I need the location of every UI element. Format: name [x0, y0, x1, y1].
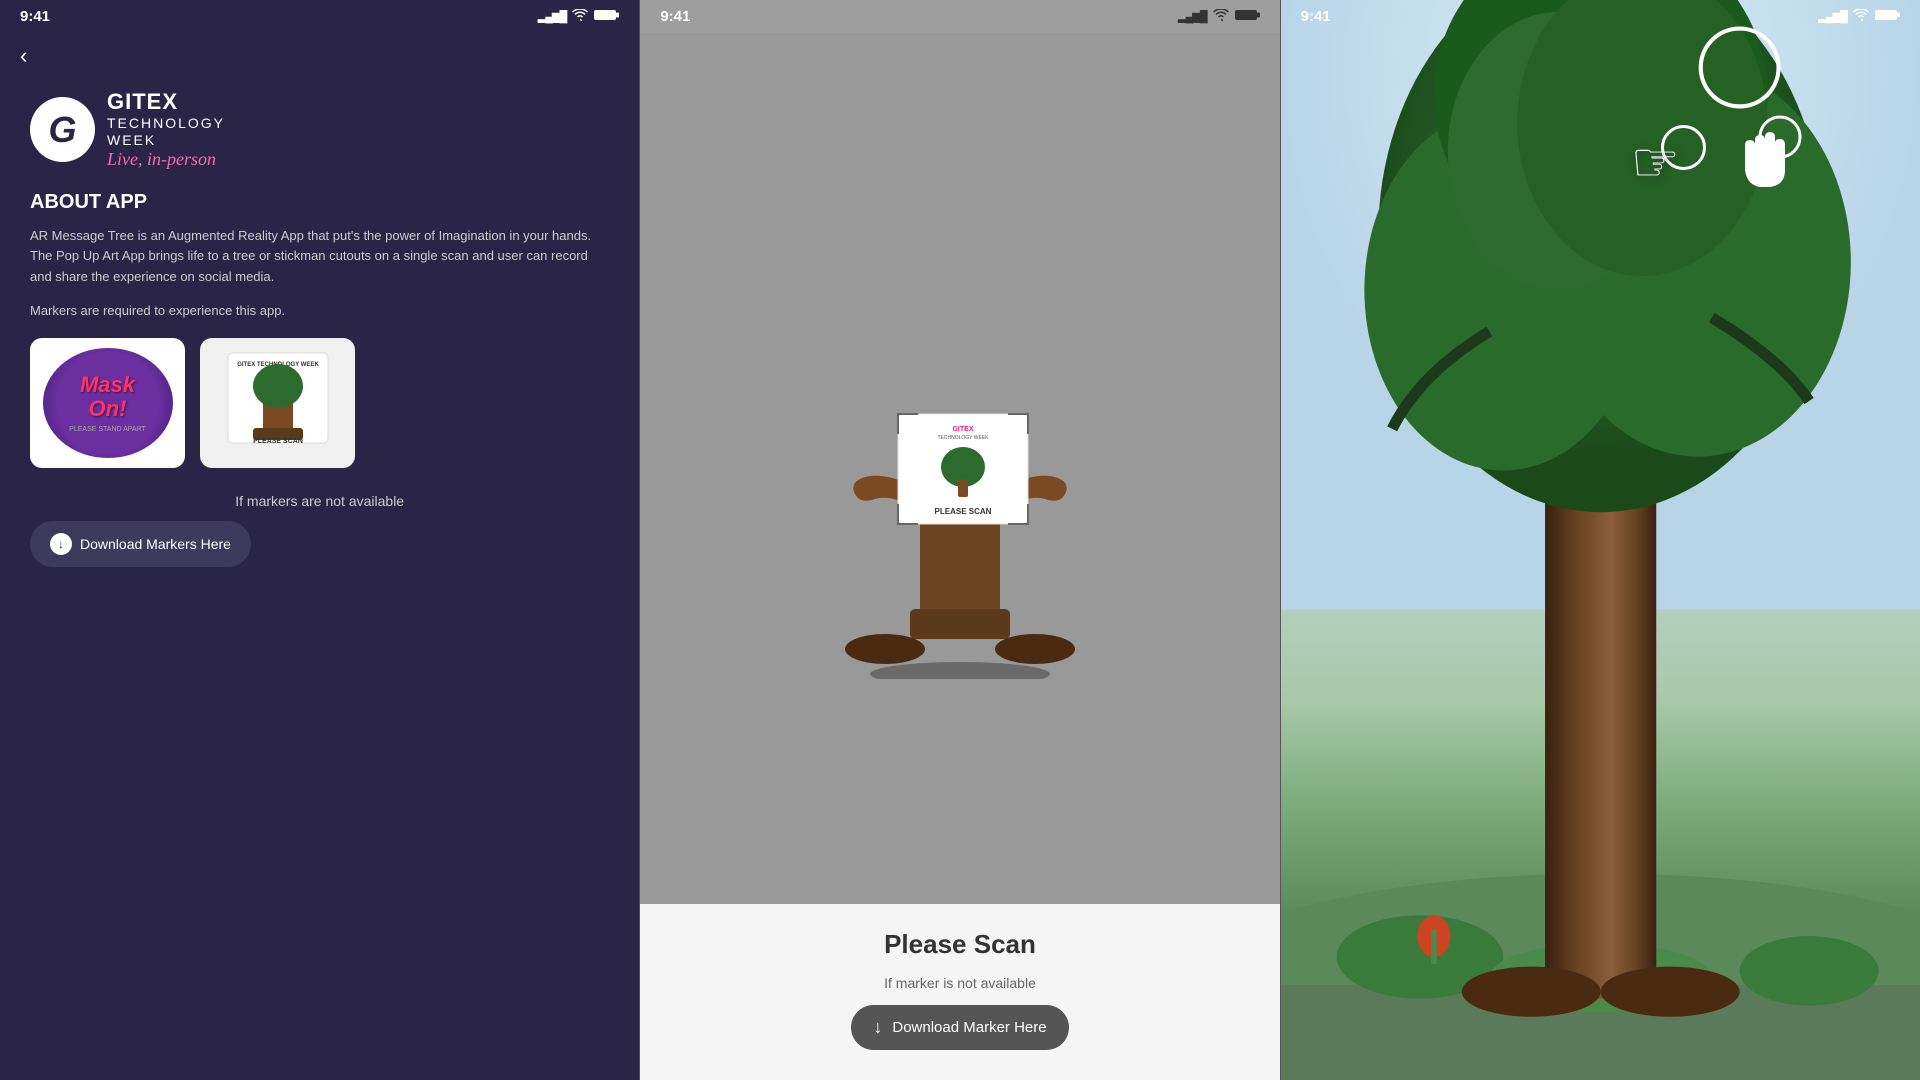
signal-icon-2: ▂▄▆█ — [1178, 10, 1207, 23]
download-marker-button[interactable]: ↓ Download Marker Here — [851, 1005, 1068, 1050]
download-markers-label: Download Markers Here — [80, 536, 231, 552]
bottom-panel: Please Scan If marker is not available ↓… — [640, 904, 1279, 1080]
gitex-logo-circle: G — [30, 97, 95, 162]
download-markers-button[interactable]: ↓ Download Markers Here — [30, 521, 251, 567]
marker-image-2: GITEX TECHNOLOGY WEEK PLEASE SCAN — [200, 338, 355, 468]
if-marker-text: If marker is not available — [660, 975, 1259, 991]
please-scan-label: Please Scan — [660, 929, 1259, 960]
scan-area: GITEX TECHNOLOGY WEEK PLEASE SCAN — [640, 33, 1279, 904]
hand-cursor-icon: ☞ — [1631, 131, 1680, 193]
svg-text:PLEASE SCAN: PLEASE SCAN — [253, 438, 303, 445]
wifi-icon-3 — [1853, 9, 1869, 24]
ar-tree-svg — [1281, 0, 1920, 1080]
wifi-icon-1 — [572, 9, 588, 24]
status-bar-1: 9:41 ▂▄▆█ — [0, 0, 639, 33]
download-icon: ↓ — [50, 533, 72, 555]
touch-gesture-overlay — [1725, 115, 1805, 210]
tree-stump-marker-svg: GITEX TECHNOLOGY WEEK PLEASE SCAN — [218, 348, 338, 458]
marker-image-1: MaskOn! PLEASE STAND APART — [30, 338, 185, 468]
marker-images: MaskOn! PLEASE STAND APART GITEX TECHNOL… — [30, 338, 609, 468]
status-bar-2: 9:41 ▂▄▆█ — [640, 0, 1279, 33]
signal-icon-3: ▂▄▆█ — [1818, 10, 1847, 23]
ar-scene: ☞ — [1281, 0, 1920, 1080]
time-3: 9:41 — [1301, 8, 1331, 25]
markers-note: Markers are required to experience this … — [30, 303, 609, 318]
logo-area: G GITEX TECHNOLOGY WEEK Live, in-person — [0, 79, 639, 191]
if-markers-text: If markers are not available — [30, 493, 609, 509]
screen-2-scan: 9:41 ▂▄▆█ — [639, 0, 1280, 1080]
gitex-logo-text: GITEX TECHNOLOGY WEEK Live, in-person — [107, 89, 225, 171]
mask-on-text: MaskOn! — [69, 373, 146, 421]
time-1: 9:41 — [20, 8, 50, 25]
gitex-subline1: TECHNOLOGY — [107, 115, 225, 132]
screen-1-about: 9:41 ▂▄▆█ ‹ G GITEX TECHNOLOGY WEEK Live… — [0, 0, 639, 1080]
about-text: AR Message Tree is an Augmented Reality … — [30, 226, 609, 288]
battery-icon-2 — [1235, 9, 1260, 24]
gitex-tagline: Live, in-person — [107, 149, 225, 171]
mask-on-graphic: MaskOn! PLEASE STAND APART — [43, 348, 173, 458]
screen-3-ar: 9:41 ▂▄▆█ ☞ — [1281, 0, 1920, 1080]
tree-scan-svg: GITEX TECHNOLOGY WEEK PLEASE SCAN — [790, 259, 1130, 679]
time-2: 9:41 — [660, 8, 690, 25]
status-icons-3: ▂▄▆█ — [1818, 9, 1900, 24]
svg-text:PLEASE SCAN: PLEASE SCAN — [935, 507, 992, 516]
about-title: ABOUT APP — [30, 191, 609, 214]
wifi-icon-2 — [1213, 9, 1229, 24]
gitex-brand: GITEX — [107, 89, 225, 115]
back-button[interactable]: ‹ — [0, 33, 639, 79]
download-icon-2: ↓ — [873, 1017, 882, 1038]
logo-wrapper: G GITEX TECHNOLOGY WEEK Live, in-person — [30, 89, 225, 171]
svg-text:GITEX: GITEX — [952, 426, 973, 433]
status-icons-2: ▂▄▆█ — [1178, 9, 1260, 24]
svg-text:TECHNOLOGY WEEK: TECHNOLOGY WEEK — [937, 435, 989, 441]
gitex-subline2: WEEK — [107, 132, 225, 149]
download-marker-label: Download Marker Here — [892, 1019, 1046, 1036]
signal-icon-1: ▂▄▆█ — [538, 10, 567, 23]
status-icons-1: ▂▄▆█ — [538, 9, 620, 24]
mask-on-content: MaskOn! PLEASE STAND APART — [69, 373, 146, 432]
touch-indicator: ☞ — [1631, 130, 1680, 194]
mask-on-subtext: PLEASE STAND APART — [69, 426, 146, 433]
about-section: ABOUT APP AR Message Tree is an Augmente… — [0, 191, 639, 582]
battery-icon-1 — [594, 9, 619, 24]
hand-gesture-svg — [1725, 115, 1805, 205]
battery-icon-3 — [1875, 9, 1900, 24]
status-bar-3: 9:41 ▂▄▆█ — [1281, 0, 1920, 33]
